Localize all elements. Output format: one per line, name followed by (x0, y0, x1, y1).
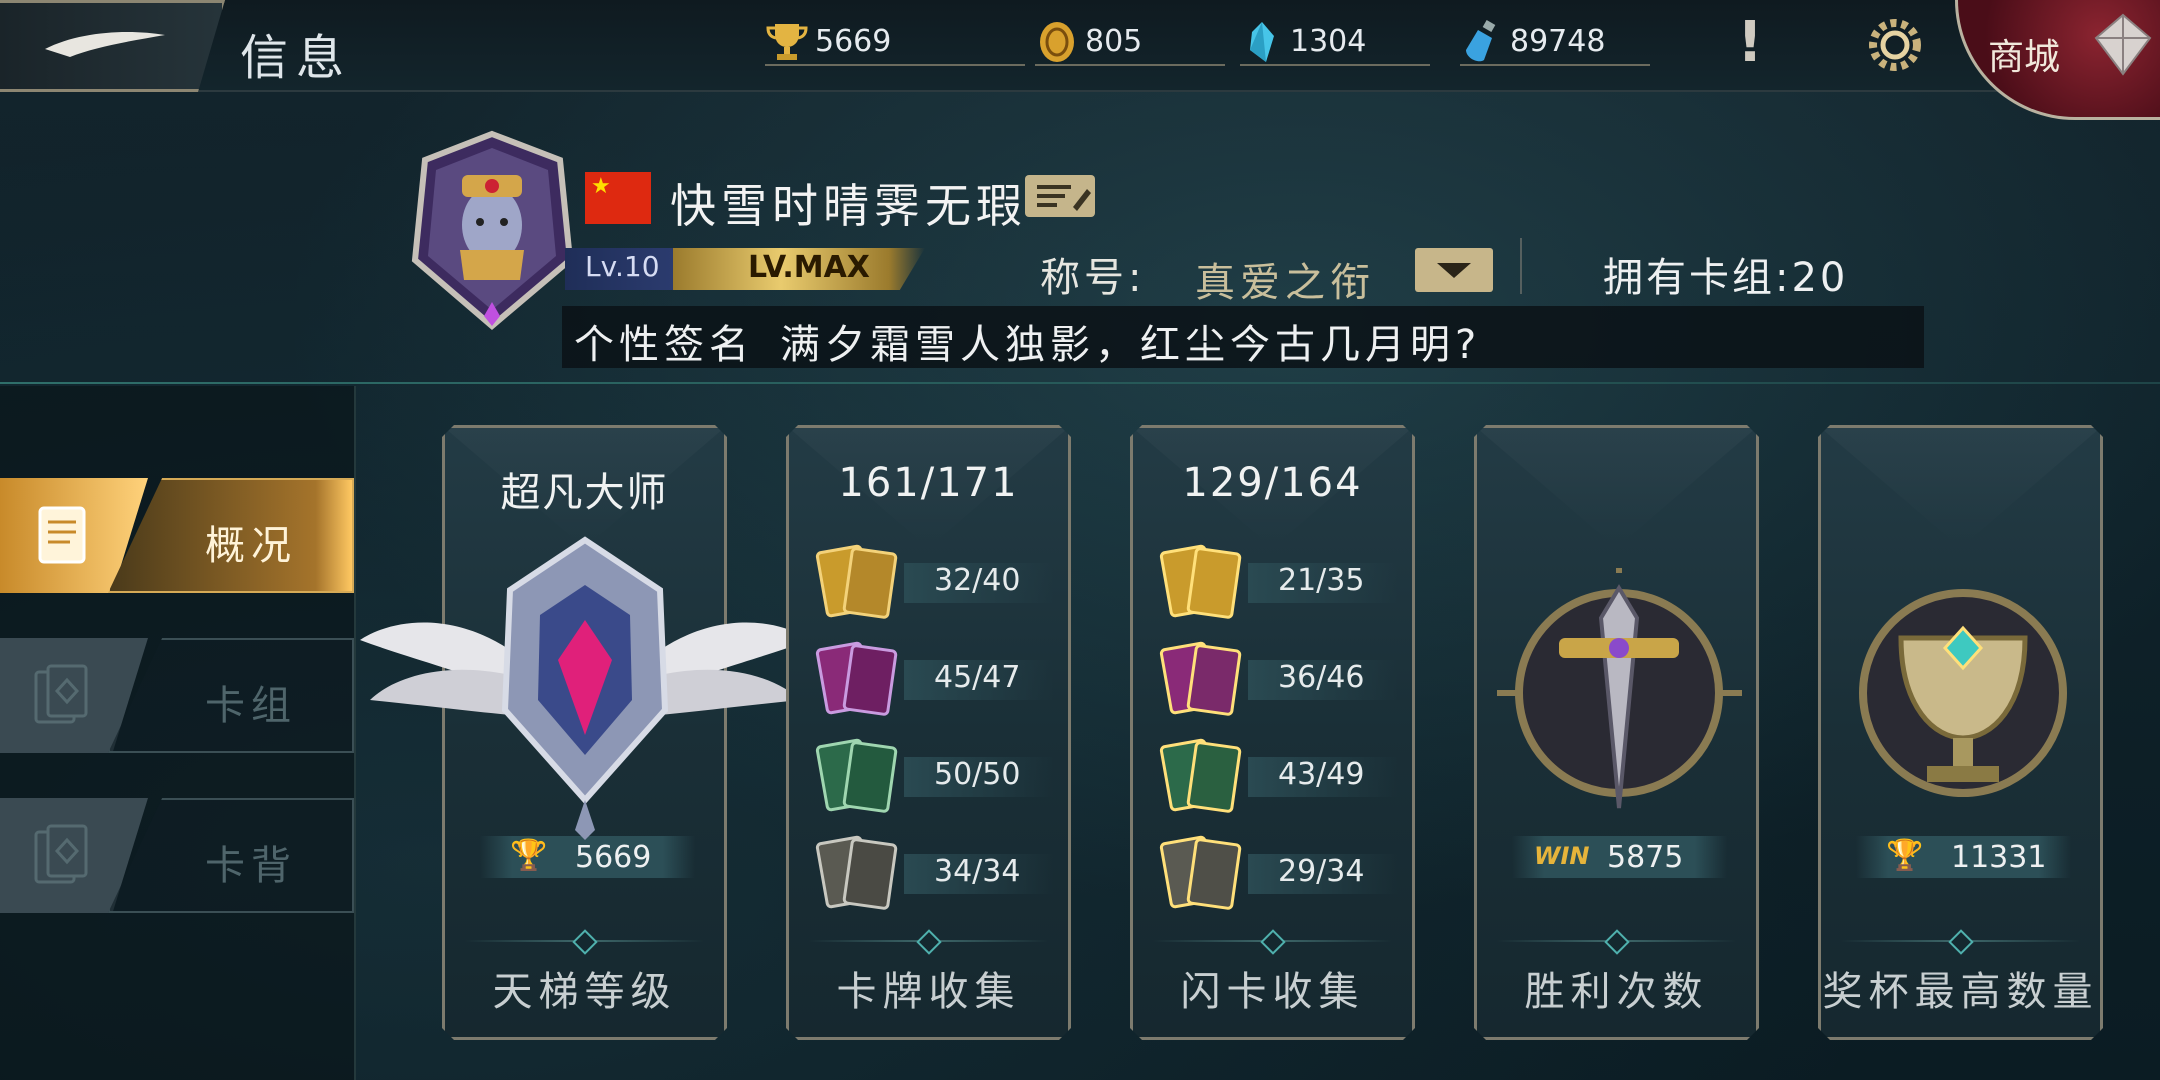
sidebar: 概况 卡组 卡背 (0, 386, 356, 1080)
shop-label: 商城 (1988, 37, 2061, 78)
crystal-icon (1250, 22, 1274, 62)
tab-overview-label: 概况 (205, 523, 297, 569)
epic-cards-icon (814, 640, 914, 720)
tab-card-backs[interactable]: 卡背 (0, 798, 356, 913)
edit-icon (1037, 185, 1091, 211)
sword-emblem-icon (1497, 568, 1742, 818)
back-button[interactable] (0, 0, 225, 92)
wins-row: WIN 5875 (1512, 836, 1727, 878)
potion-counter: 89748 (1460, 20, 1650, 66)
trophy-icon: 🏆 (510, 838, 548, 873)
signature-text: 满夕霜雪人独影，红尘今古几月明? (780, 322, 1482, 368)
collection-common-count: 34/34 (934, 854, 1021, 889)
trophy-count: 5669 (815, 24, 892, 59)
flash-rare-count: 43/49 (1278, 757, 1365, 792)
page-title: 信息 (240, 30, 353, 86)
flash-epic-count: 36/46 (1278, 660, 1365, 695)
gold-counter: 805 (1035, 22, 1225, 66)
player-avatar[interactable] (410, 130, 575, 330)
shop-crystal-icon (2094, 13, 2152, 76)
collection-footer: 卡牌收集 (836, 969, 1021, 1015)
tab-decks-label: 卡组 (205, 683, 297, 729)
tab-overview[interactable]: 概况 (0, 478, 356, 593)
back-arrow-icon (45, 31, 165, 57)
trophy-icon: 🏆 (1886, 838, 1924, 873)
collection-row-common: 34/34 (814, 834, 1054, 914)
ladder-trophy-value: 5669 (575, 840, 652, 875)
trophy-record-card[interactable]: 🏆 11331 奖杯最高数量 (1818, 425, 2103, 1040)
common-flash-cards-icon (1158, 834, 1258, 914)
player-name: 快雪时晴霁无瑕 (670, 179, 1027, 233)
diamond-icon (572, 929, 597, 954)
trophy-emblem-icon (1841, 568, 2086, 818)
potion-count: 89748 (1510, 24, 1606, 59)
rank-emblem-icon (360, 536, 810, 840)
flash-collection-card[interactable]: 129/164 21/35 36/46 43/49 29/34 闪卡收集 (1130, 425, 1415, 1040)
player-level: Lv.10 (585, 250, 660, 283)
signature-label: 个性签名 (574, 322, 754, 368)
legendary-cards-icon (814, 543, 914, 623)
decks-owned: 拥有卡组:20 (1603, 255, 1849, 301)
edit-name-button[interactable] (1025, 175, 1095, 217)
signature-box[interactable]: 个性签名 满夕霜雪人独影，红尘今古几月明? (562, 306, 1924, 368)
legendary-flash-cards-icon (1158, 543, 1258, 623)
diamond-icon (1604, 929, 1629, 954)
section-divider (0, 382, 2160, 384)
title-label: 称号: (1040, 255, 1146, 301)
diamond-icon (1948, 929, 1973, 954)
collection-total: 161/171 (838, 460, 1019, 506)
wins-value: 5875 (1607, 840, 1684, 875)
flash-row-rare: 43/49 (1158, 737, 1398, 817)
top-bar: 信息 5669 805 1304 89748 ! 商城 (0, 0, 2160, 120)
collection-rare-count: 50/50 (934, 757, 1021, 792)
flash-total: 129/164 (1182, 460, 1363, 506)
flash-row-legendary: 21/35 (1158, 543, 1398, 623)
country-flag-icon (585, 172, 651, 224)
collection-row-rare: 50/50 (814, 737, 1054, 817)
level-max-label: LV.MAX (748, 250, 870, 285)
ladder-trophy-row: 🏆 5669 (480, 836, 695, 878)
scroll-icon (38, 506, 86, 564)
win-badge: WIN (1534, 842, 1590, 870)
wins-card[interactable]: WIN 5875 胜利次数 (1474, 425, 1759, 1040)
gear-icon[interactable] (1855, 10, 1935, 80)
trophy-counter: 5669 (765, 22, 1025, 66)
tab-card-backs-label: 卡背 (205, 843, 297, 889)
title-value: 真爱之衔 (1195, 260, 1375, 306)
deck-icon (34, 664, 88, 724)
epic-flash-cards-icon (1158, 640, 1258, 720)
flash-row-common: 29/34 (1158, 834, 1398, 914)
notification-icon[interactable]: ! (1705, 10, 1795, 80)
ladder-rank-title: 超凡大师 (500, 470, 669, 516)
collection-row-epic: 45/47 (814, 640, 1054, 720)
divider (1520, 238, 1522, 294)
gold-coin-icon (1040, 22, 1074, 62)
collection-epic-count: 45/47 (934, 660, 1021, 695)
wins-footer: 胜利次数 (1524, 969, 1709, 1015)
common-cards-icon (814, 834, 914, 914)
trophy-icon (766, 24, 808, 60)
crystal-counter: 1304 (1240, 22, 1430, 66)
rare-flash-cards-icon (1158, 737, 1258, 817)
flash-row-epic: 36/46 (1158, 640, 1398, 720)
flash-legendary-count: 21/35 (1278, 563, 1365, 598)
diamond-icon (916, 929, 941, 954)
title-dropdown-button[interactable] (1415, 248, 1493, 292)
trophy-record-footer: 奖杯最高数量 (1822, 969, 2099, 1015)
card-collection-card[interactable]: 161/171 32/40 45/47 50/50 34/34 卡牌收集 (786, 425, 1071, 1040)
tab-decks[interactable]: 卡组 (0, 638, 356, 753)
collection-row-legendary: 32/40 (814, 543, 1054, 623)
trophy-record-value: 11331 (1951, 840, 2047, 875)
flash-common-count: 29/34 (1278, 854, 1365, 889)
card-back-icon (34, 824, 88, 884)
trophy-record-row: 🏆 11331 (1856, 836, 2071, 878)
rare-cards-icon (814, 737, 914, 817)
ladder-rank-footer: 天梯等级 (492, 969, 677, 1015)
flash-footer: 闪卡收集 (1180, 969, 1365, 1015)
diamond-icon (1260, 929, 1285, 954)
gold-count: 805 (1085, 24, 1143, 59)
collection-legendary-count: 32/40 (934, 563, 1021, 598)
potion-icon (1466, 20, 1496, 62)
crystal-count: 1304 (1290, 24, 1367, 59)
